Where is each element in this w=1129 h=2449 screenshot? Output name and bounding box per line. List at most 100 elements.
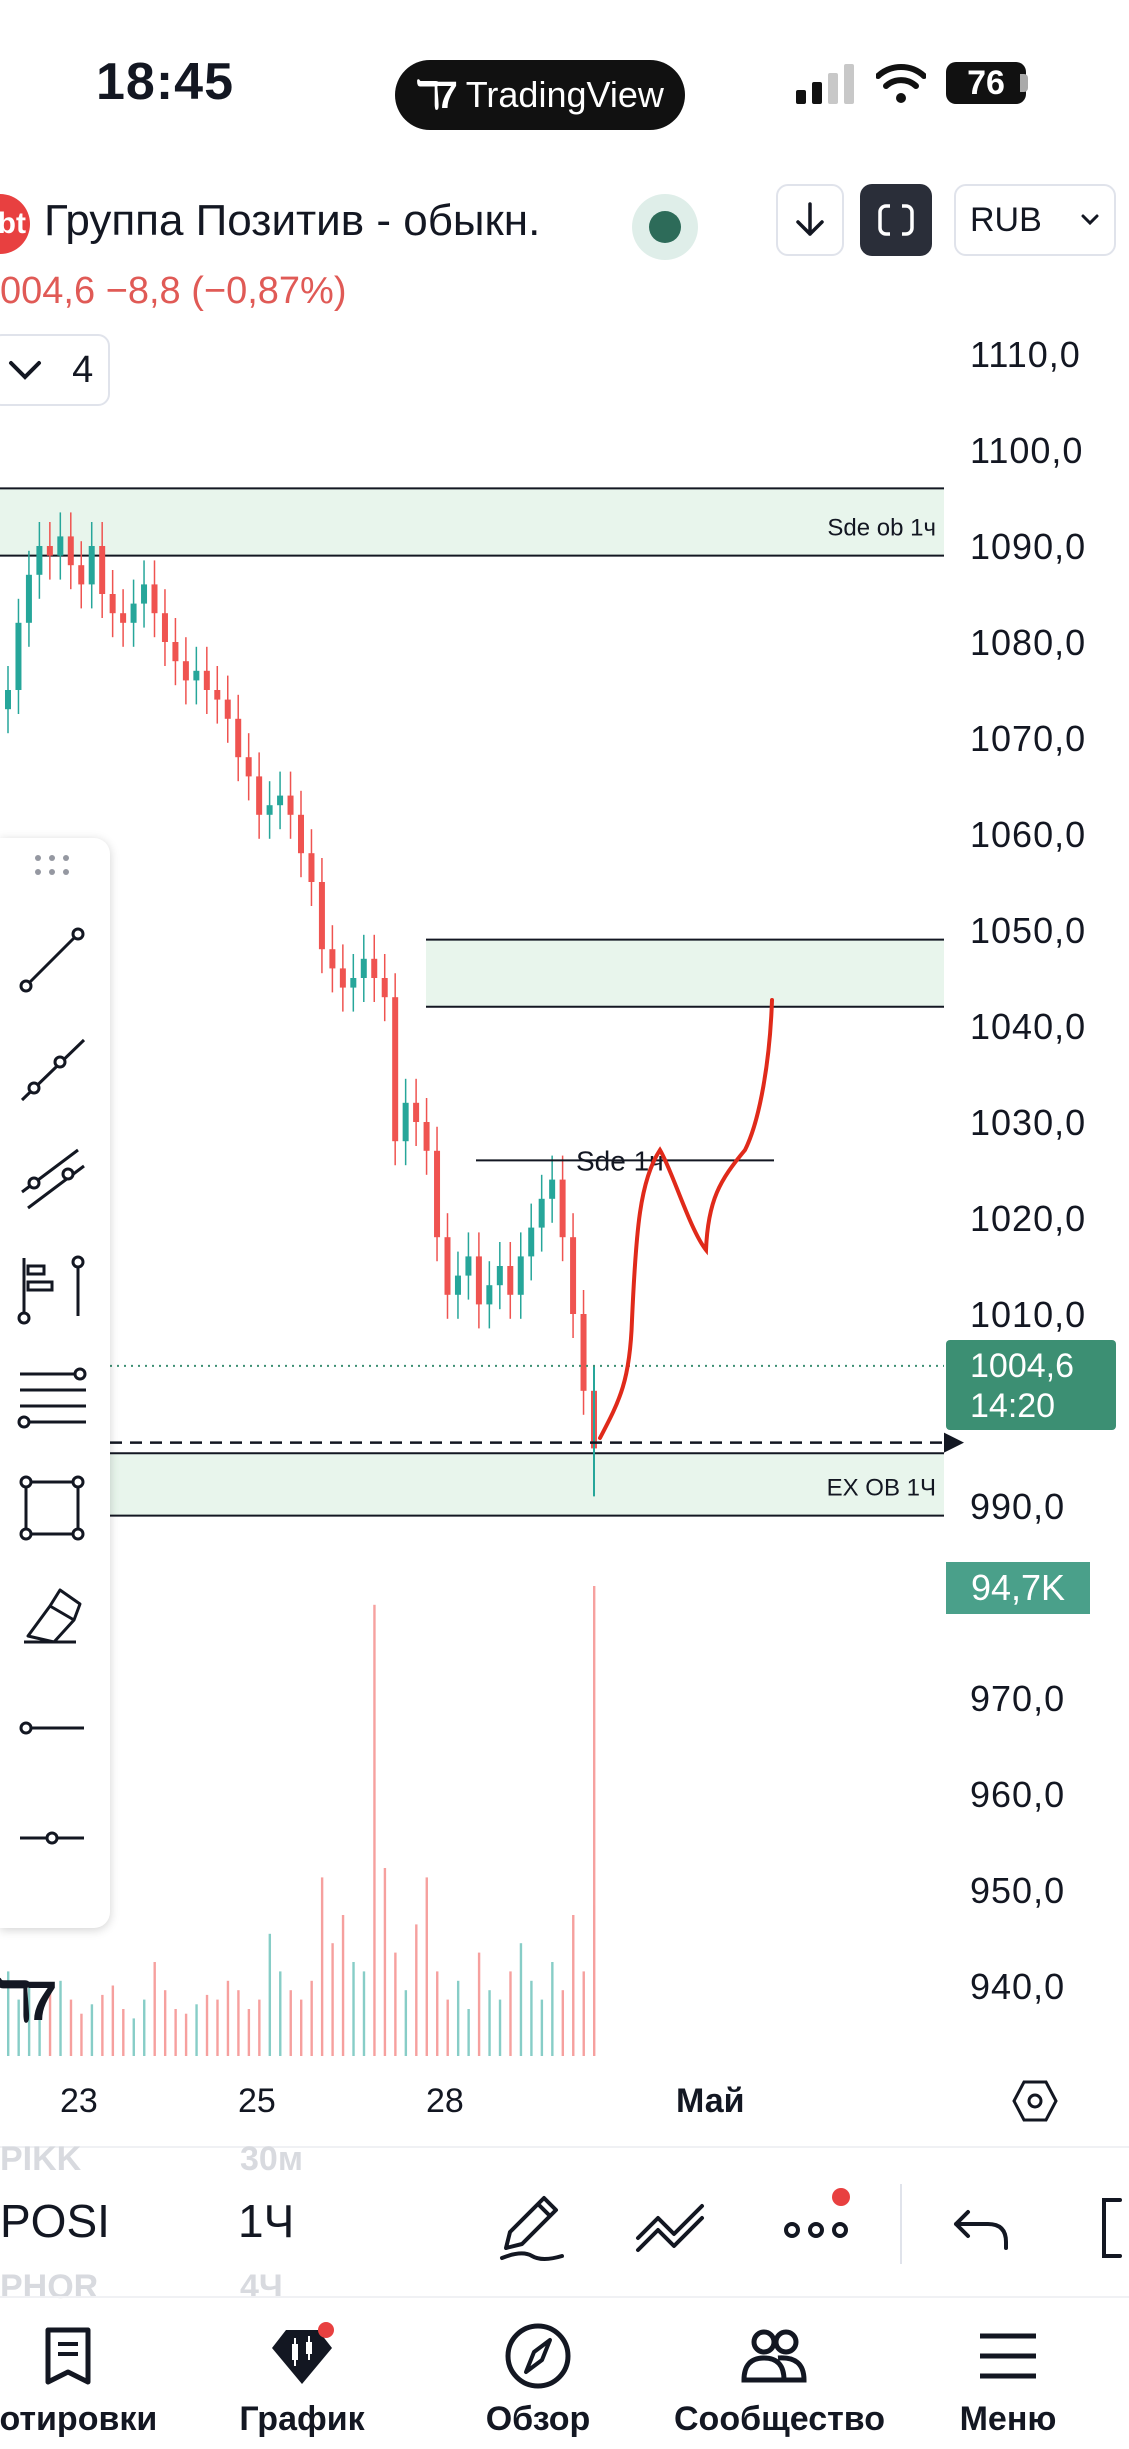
pencil-draw-icon[interactable] [492, 2190, 568, 2266]
candle-body [120, 613, 127, 623]
volume-badge: 94,7K [946, 1562, 1090, 1614]
candle-body [88, 546, 95, 585]
candle-body [329, 949, 336, 969]
volume-bar [101, 1994, 104, 2056]
volume-bar [561, 1990, 565, 2056]
volume-bar [373, 1604, 376, 2056]
candle-body [434, 1150, 441, 1238]
volume-bar [530, 1980, 533, 2056]
candle-body [151, 584, 158, 614]
candle-body [266, 805, 273, 815]
battery-level: 76 [967, 63, 1005, 102]
chart-settings-icon[interactable] [1012, 2078, 1058, 2124]
nav-chart[interactable]: График [202, 2320, 402, 2440]
arrow-down-icon [796, 202, 824, 236]
y-tick-label: 940,0 [970, 1966, 1066, 2007]
candle-body [549, 1179, 556, 1199]
volume-bar [540, 1999, 544, 2056]
volume-bar [425, 1877, 428, 2056]
drag-handle-icon[interactable] [14, 846, 90, 886]
volume-bar [184, 2013, 188, 2056]
market-open-dot-icon [649, 211, 681, 243]
download-button[interactable] [776, 184, 844, 256]
fib-retracement-icon[interactable] [14, 1360, 90, 1436]
x-tick-label: Май [676, 2082, 745, 2120]
nav-label: Сообщество [674, 2400, 886, 2438]
parallel-channel-icon[interactable] [14, 1140, 90, 1216]
candle-body [444, 1237, 451, 1295]
fullscreen-icon [878, 202, 914, 238]
volume-bar [163, 1990, 167, 2056]
volume-bar [477, 1952, 481, 2056]
candle-body [36, 546, 43, 575]
fullscreen-button[interactable] [860, 184, 932, 256]
horizontal-ray-icon[interactable] [14, 1690, 90, 1766]
divider [0, 2146, 1129, 2148]
volume-bar [59, 1980, 62, 2056]
tradingview-pill: ℸ7 TradingView [395, 60, 685, 130]
timeframe-prev[interactable]: 30м [240, 2140, 303, 2179]
wifi-icon [876, 64, 926, 103]
nav-community[interactable]: Сообщество [674, 2320, 886, 2440]
candle-body [235, 718, 242, 758]
y-tick-label: 960,0 [970, 1774, 1066, 1815]
candle-body [465, 1256, 472, 1276]
trend-line-icon[interactable] [14, 922, 90, 998]
currency-select[interactable]: RUB [954, 184, 1116, 256]
nav-label: Обзор [485, 2400, 591, 2438]
zone-label: Sde ob 1ч [827, 515, 936, 542]
volume-bar [237, 1990, 240, 2056]
y-tick-label: 1110,0 [970, 334, 1081, 375]
x-tick-label: 28 [426, 2082, 464, 2120]
volume-bar [415, 1924, 418, 2056]
undo-icon[interactable] [944, 2190, 1020, 2266]
fib-pitchfork-icon[interactable] [14, 1250, 90, 1326]
rectangle-icon[interactable] [14, 1470, 90, 1546]
symbol-logo[interactable]: bt [0, 194, 30, 254]
candle-body [256, 776, 263, 815]
indicators-icon[interactable] [634, 2190, 710, 2266]
candle-body [496, 1266, 503, 1286]
volume-bar [331, 1943, 334, 2056]
volume-bar [205, 1994, 209, 2056]
x-tick-label: 25 [238, 2082, 276, 2120]
candle-body [413, 1102, 420, 1122]
volume-bar [352, 1962, 355, 2056]
symbol-next[interactable]: PHOR [0, 2268, 98, 2307]
symbol-name[interactable]: Группа Позитив - обыкн. [44, 196, 540, 246]
highlighter-icon[interactable] [14, 1580, 90, 1656]
timeframe-next[interactable]: 4Ч [240, 2268, 283, 2307]
candle-body [570, 1237, 577, 1314]
ray-icon[interactable] [14, 1032, 90, 1108]
candle-body [57, 536, 64, 556]
price-chart[interactable]: Sde ob 1чEX OB 1Ч Sde 1ч [0, 280, 1129, 2080]
candle-body [308, 853, 315, 882]
y-tick-label: 1100,0 [970, 430, 1084, 471]
symbol-current[interactable]: POSI [0, 2194, 110, 2248]
volume-bar [582, 1971, 585, 2056]
order-block-zone [426, 939, 944, 1007]
nav-overview[interactable]: Обзор [438, 2320, 638, 2440]
volume-bar [226, 1980, 230, 2056]
nav-quotes[interactable]: Котировки [0, 2320, 168, 2440]
y-tick-label: 1020,0 [970, 1198, 1087, 1239]
candle-body [381, 978, 388, 998]
y-tick-label: 1030,0 [970, 1102, 1087, 1143]
nav-label: График [239, 2400, 365, 2438]
timeframe-current[interactable]: 1Ч [238, 2194, 294, 2248]
candle-body [423, 1122, 430, 1151]
order-block-zone [0, 488, 944, 556]
symbol-prev[interactable]: PIKK [0, 2140, 81, 2179]
volume-bar [111, 1985, 115, 2056]
nav-menu[interactable]: Меню [908, 2320, 1108, 2440]
candle-body [392, 997, 399, 1142]
horizontal-line-icon[interactable] [14, 1800, 90, 1876]
community-icon [741, 2329, 807, 2383]
redo-icon[interactable] [1090, 2190, 1129, 2266]
candle-body [486, 1285, 493, 1305]
candle-body [454, 1275, 461, 1295]
candle-body [182, 661, 189, 681]
volume-bar [362, 1971, 366, 2056]
battery-tip [1020, 74, 1028, 92]
notification-dot [832, 2188, 850, 2206]
